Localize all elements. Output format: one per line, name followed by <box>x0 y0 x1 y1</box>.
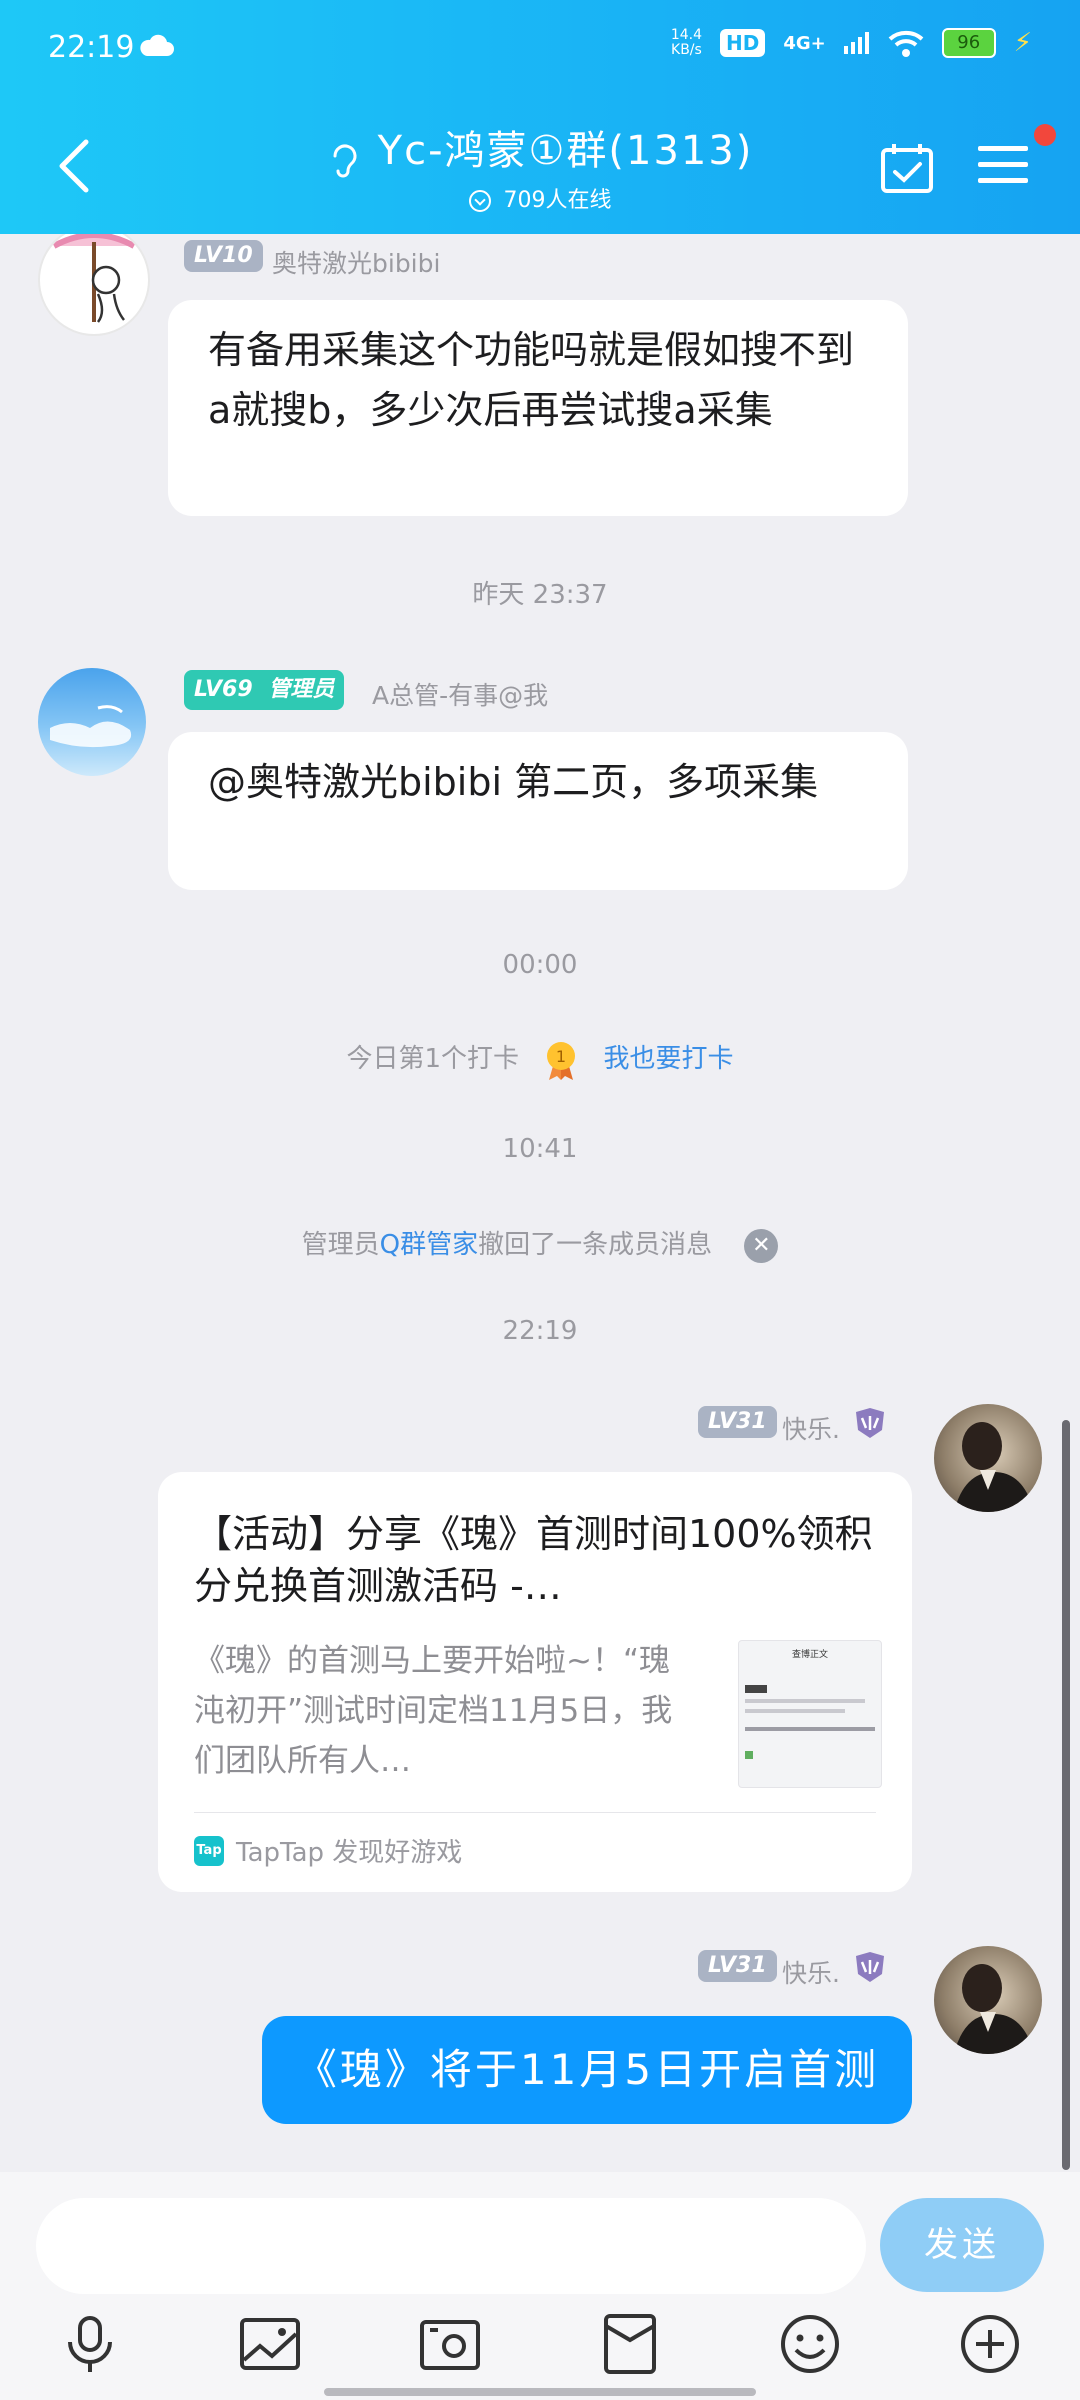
shield-badge-icon <box>856 1952 884 1982</box>
chevron-down-icon <box>468 190 491 212</box>
recall-actor[interactable]: Q群管家 <box>380 1230 478 1260</box>
avatar-drawing <box>52 234 136 323</box>
checkin-text: 今日第1个打卡 <box>346 1044 519 1074</box>
recall-prefix: 管理员 <box>301 1230 380 1260</box>
calendar-check-icon[interactable] <box>880 142 934 194</box>
timestamp: 10:41 <box>502 1134 578 1164</box>
send-button[interactable]: 发送 <box>880 2198 1044 2292</box>
avatar[interactable] <box>38 668 146 776</box>
share-card[interactable]: 【活动】分享《瑰》首测时间100%领积分兑换首测激活码 -… 《瑰》的首测马上要… <box>158 1472 912 1892</box>
sender-name[interactable]: 快乐. <box>782 1410 840 1446</box>
scrollbar[interactable] <box>1062 1420 1070 2170</box>
checkin-notice: 今日第1个打卡 1 我也要打卡 <box>0 1038 1080 1080</box>
level-badge: LV31 <box>698 1406 777 1438</box>
timestamp: 22:19 <box>502 1316 578 1346</box>
notification-dot <box>1034 124 1056 146</box>
camera-icon[interactable] <box>418 2312 482 2376</box>
checkin-link[interactable]: 我也要打卡 <box>604 1044 734 1074</box>
battery-indicator: 96 <box>941 28 996 58</box>
charging-icon: ⚡ <box>1013 28 1032 58</box>
avatar[interactable] <box>934 1404 1042 1512</box>
net-speed-value: 14.4 <box>670 27 702 43</box>
menu-icon[interactable] <box>978 144 1028 186</box>
signal-icon <box>843 32 869 54</box>
mic-icon[interactable] <box>58 2312 122 2376</box>
emoji-icon[interactable] <box>778 2312 842 2376</box>
home-indicator[interactable] <box>324 2388 756 2396</box>
status-time: 22:19 <box>48 30 135 65</box>
net-speed: 14.4 KB/s <box>671 28 702 58</box>
shield-badge-icon <box>856 1408 884 1438</box>
recall-suffix: 撤回了一条成员消息 <box>478 1230 713 1260</box>
card-divider <box>194 1812 876 1813</box>
recall-notice: 管理员Q群管家撤回了一条成员消息 ✕ <box>0 1224 1080 1263</box>
signal-label: 4G+ <box>783 32 826 54</box>
level-badge: LV10 <box>184 240 263 272</box>
card-title: 【活动】分享《瑰》首测时间100%领积分兑换首测激活码 -… <box>194 1512 873 1608</box>
cloud-icon <box>140 34 174 56</box>
wifi-icon <box>888 30 924 57</box>
level-badge: LV31 <box>698 1950 777 1982</box>
card-source-text: TapTap 发现好游戏 <box>236 1838 463 1868</box>
card-thumbnail: 查博正文 <box>738 1640 882 1788</box>
message-bubble[interactable]: @奥特激光bibibi 第二页，多项采集 <box>168 732 908 890</box>
plus-icon[interactable] <box>958 2312 1022 2376</box>
input-bar: 发送 <box>0 2172 1080 2400</box>
sender-name[interactable]: 奥特激光bibibi <box>272 244 440 280</box>
top-bar: 22:19 14.4 KB/s HD 4G+ 96 ⚡ Yc-鸿蒙①群(1313… <box>0 0 1080 234</box>
image-icon[interactable] <box>238 2312 302 2376</box>
sender-name[interactable]: A总管-有事@我 <box>372 676 548 712</box>
hd-badge: HD <box>720 29 766 57</box>
chat-area[interactable]: LV10 奥特激光bibibi 有备用采集这个功能吗就是假如搜不到a就搜b，多少… <box>0 234 1080 2172</box>
role-text: 管理员 <box>268 677 335 702</box>
message-bubble-self[interactable]: 《瑰》将于11月5日开启首测 <box>262 2016 912 2124</box>
red-packet-icon[interactable] <box>598 2312 662 2376</box>
message-bubble[interactable]: 有备用采集这个功能吗就是假如搜不到a就搜b，多少次后再尝试搜a采集 <box>168 300 908 516</box>
avatar[interactable] <box>38 234 150 336</box>
group-title: Yc-鸿蒙①群(1313) <box>377 128 754 174</box>
status-icons: 14.4 KB/s HD 4G+ 96 ⚡ <box>671 28 1032 58</box>
timestamp: 00:00 <box>502 950 578 980</box>
avatar-portrait <box>954 1422 1034 1512</box>
card-source: Tap TapTap 发现好游戏 <box>194 1832 462 1869</box>
avatar[interactable] <box>934 1946 1042 2054</box>
sender-name[interactable]: 快乐. <box>782 1954 840 1990</box>
avatar-sky <box>50 705 132 748</box>
ear-icon <box>333 144 357 177</box>
svg-text:1: 1 <box>556 1047 566 1066</box>
net-speed-unit: KB/s <box>671 42 702 58</box>
level-badge: LV69 管理员 <box>184 670 345 710</box>
level-text: LV69 <box>194 677 253 702</box>
taptap-icon: Tap <box>194 1835 224 1866</box>
close-icon[interactable]: ✕ <box>744 1228 779 1263</box>
online-text: 709人在线 <box>503 188 612 213</box>
message-input[interactable] <box>36 2198 866 2294</box>
card-description: 《瑰》的首测马上要开始啦~！“瑰沌初开”测试时间定档11月5日，我们团队所有人… <box>194 1643 673 1779</box>
avatar-portrait <box>954 1964 1034 2054</box>
medal-icon: 1 <box>547 1041 576 1080</box>
thumb-title: 查博正文 <box>791 1650 828 1660</box>
timestamp: 昨天 23:37 <box>472 580 608 610</box>
